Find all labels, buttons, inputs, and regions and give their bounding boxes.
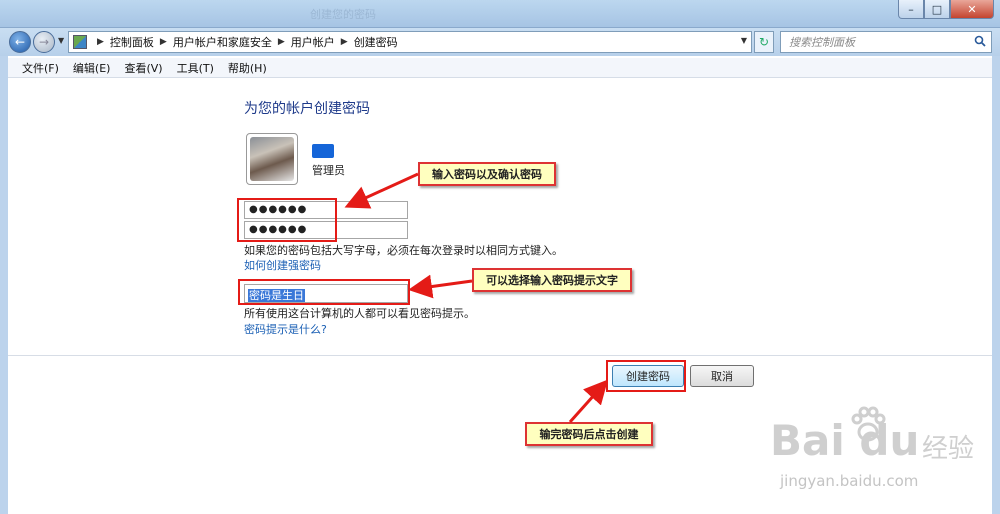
- create-callout: 输完密码后点击创建: [525, 422, 653, 446]
- avatar-picture: [250, 137, 294, 181]
- breadcrumb-user-accounts-family[interactable]: 用户帐户和家庭安全: [173, 34, 272, 50]
- refresh-button[interactable]: ↻: [754, 31, 774, 53]
- recent-pages-dropdown[interactable]: ▼: [58, 36, 64, 45]
- window-title: 创建您的密码: [310, 8, 376, 21]
- hint-highlight-box: [238, 279, 410, 305]
- create-button-highlight-box: [606, 360, 686, 392]
- menu-file[interactable]: 文件(F): [22, 60, 59, 76]
- create-arrow: [568, 379, 609, 424]
- caps-lock-note: 如果您的密码包括大写字母，必须在每次登录时以相同方式键入。: [244, 244, 563, 257]
- menu-help[interactable]: 帮助(H): [228, 60, 267, 76]
- hint-arrow: [408, 274, 473, 299]
- close-button[interactable]: ✕: [950, 0, 994, 19]
- back-button[interactable]: ←: [9, 31, 31, 53]
- maximize-button[interactable]: □: [924, 0, 950, 19]
- search-icon[interactable]: [974, 35, 986, 47]
- chevron-right-icon[interactable]: ▶: [341, 37, 348, 47]
- strong-password-link[interactable]: 如何创建强密码: [244, 257, 321, 273]
- password-highlight-box: [237, 198, 337, 242]
- control-panel-icon: [73, 35, 87, 49]
- window-right-border: [992, 56, 1000, 514]
- window-left-border: [0, 56, 8, 514]
- username-label: 管理员: [312, 164, 345, 177]
- menu-edit[interactable]: 编辑(E): [73, 60, 111, 76]
- breadcrumb-user-accounts[interactable]: 用户帐户: [291, 34, 335, 50]
- minimize-button[interactable]: –: [898, 0, 924, 19]
- watermark-cn: 经验: [922, 434, 975, 464]
- navigation-row: ← → ▼ ▶ 控制面板 ▶ 用户帐户和家庭安全 ▶ 用户帐户 ▶ 创建密码 ▼…: [0, 28, 1000, 56]
- password-callout: 输入密码以及确认密码: [418, 162, 556, 186]
- hint-visibility-note: 所有使用这台计算机的人都可以看见密码提示。: [244, 307, 475, 320]
- page-title: 为您的帐户创建密码: [244, 101, 370, 117]
- title-bar: 创建您的密码 – □ ✕: [0, 0, 1000, 28]
- baidu-watermark: Bai du 经验 jingyan.baidu.com: [770, 406, 980, 500]
- avatar: [246, 133, 298, 185]
- search-placeholder: 搜索控制面板: [789, 36, 855, 49]
- window-controls: – □ ✕: [898, 0, 994, 19]
- watermark-brand: Bai du: [770, 416, 920, 465]
- chevron-right-icon[interactable]: ▶: [97, 37, 104, 47]
- paw-logo-icon: [851, 406, 886, 442]
- cancel-button[interactable]: 取消: [690, 365, 754, 387]
- divider: [8, 355, 992, 356]
- chevron-right-icon[interactable]: ▶: [278, 37, 285, 47]
- chevron-right-icon[interactable]: ▶: [160, 37, 167, 47]
- menu-view[interactable]: 查看(V): [124, 60, 162, 76]
- breadcrumb-create-password[interactable]: 创建密码: [354, 34, 398, 50]
- address-dropdown-icon[interactable]: ▼: [741, 36, 747, 45]
- search-input[interactable]: 搜索控制面板: [780, 31, 992, 53]
- menu-bar: 文件(F) 编辑(E) 查看(V) 工具(T) 帮助(H): [8, 58, 992, 78]
- hint-callout: 可以选择输入密码提示文字: [472, 268, 632, 292]
- forward-button[interactable]: →: [33, 31, 55, 53]
- what-is-hint-link[interactable]: 密码提示是什么?: [244, 321, 327, 337]
- account-type-icon: [312, 144, 334, 158]
- address-bar[interactable]: ▶ 控制面板 ▶ 用户帐户和家庭安全 ▶ 用户帐户 ▶ 创建密码 ▼: [68, 31, 752, 53]
- breadcrumb-control-panel[interactable]: 控制面板: [110, 34, 154, 50]
- watermark-url: jingyan.baidu.com: [780, 472, 919, 490]
- menu-tools[interactable]: 工具(T): [177, 60, 214, 76]
